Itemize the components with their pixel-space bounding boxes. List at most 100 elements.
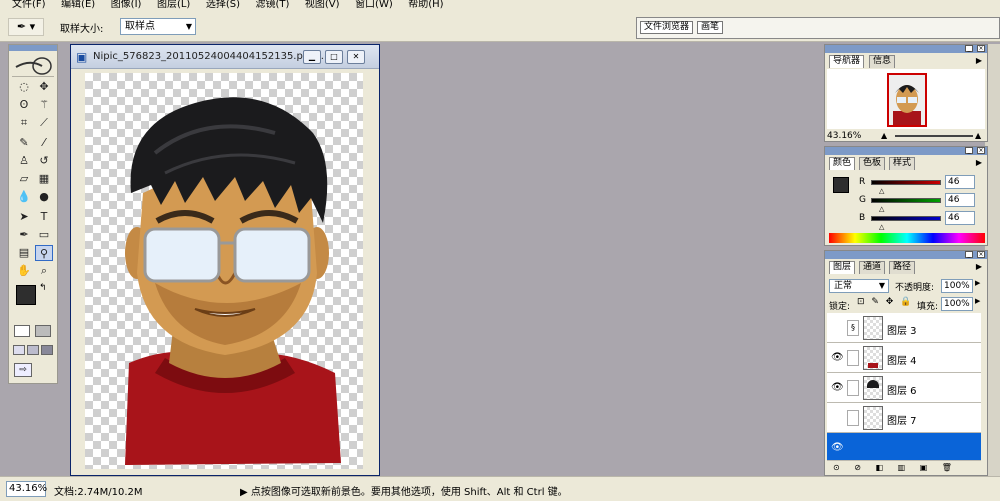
layer-link-icon[interactable] [847, 350, 859, 366]
opacity-arrow-icon[interactable]: ▶ [975, 279, 980, 287]
tab-channels[interactable]: 通道 [859, 261, 886, 274]
magic-wand-icon[interactable]: ⚚ [35, 97, 53, 113]
color-spectrum-bar[interactable] [829, 233, 985, 243]
tab-info[interactable]: 信息 [869, 55, 896, 68]
menu-help[interactable]: 帮助(H) [408, 0, 443, 10]
navigator-preview-area[interactable] [827, 69, 985, 129]
layer-row-3[interactable]: § 图层 3 [827, 313, 981, 343]
layer-visibility-icon[interactable] [831, 412, 843, 424]
tab-navigator[interactable]: 导航器 [829, 55, 865, 68]
brush-tool-icon[interactable]: ⁄ [35, 135, 53, 151]
lasso-tool-icon[interactable]: ʘ [15, 97, 33, 113]
healing-brush-icon[interactable]: ✎ [15, 135, 33, 151]
tab-styles[interactable]: 样式 [889, 157, 916, 170]
image-canvas[interactable] [85, 73, 363, 469]
palette-minimize-icon[interactable]: _ [965, 45, 973, 52]
foreground-color-swatch[interactable] [16, 285, 36, 305]
gradient-tool-icon[interactable]: ▦ [35, 171, 53, 187]
menu-image[interactable]: 图像(I) [111, 0, 142, 10]
palette-close-icon[interactable]: × [977, 147, 985, 154]
palette-close-icon[interactable]: × [977, 45, 985, 52]
lock-options-icons[interactable]: ⊡ ✎ ✥ 🔒 [857, 297, 913, 307]
tab-paths[interactable]: 路径 [889, 261, 916, 274]
channel-g-slider-thumb[interactable]: △ [879, 205, 884, 213]
opacity-field[interactable]: 100% [941, 279, 973, 293]
layer-row-6[interactable]: 👁 图层 6 [827, 373, 981, 403]
channel-r-slider-thumb[interactable]: △ [879, 187, 884, 195]
screen-mode-full-icon[interactable] [41, 345, 53, 355]
tool-preset-picker[interactable]: ✒ ▾ [8, 18, 44, 36]
menu-edit[interactable]: 编辑(E) [61, 0, 95, 10]
tab-layers[interactable]: 图层 [829, 261, 856, 274]
fill-field[interactable]: 100% [941, 297, 973, 311]
blend-mode-select[interactable]: 正常 ▼ [829, 279, 889, 293]
layers-title-bar[interactable] [825, 251, 987, 259]
sample-size-select[interactable]: 取样点 ▼ [120, 18, 196, 35]
color-foreground-swatch[interactable] [833, 177, 849, 193]
palette-minimize-icon[interactable]: _ [965, 251, 973, 258]
swap-colors-icon[interactable]: ↰ [39, 283, 47, 293]
channel-g-field[interactable]: 46 [945, 193, 975, 207]
eyedropper-tool-icon[interactable]: ⚲ [35, 245, 53, 261]
status-doc-size[interactable]: 文档:2.74M/10.2M [54, 483, 143, 498]
channel-b-slider-thumb[interactable]: △ [879, 223, 884, 231]
clone-stamp-icon[interactable]: ♙ [15, 153, 33, 169]
screen-mode-full-menu-icon[interactable] [27, 345, 39, 355]
close-button[interactable]: ✕ [347, 50, 365, 64]
palette-menu-icon[interactable]: ▶ [973, 55, 985, 67]
pen-tool-icon[interactable]: ✒ [15, 227, 33, 243]
status-zoom-field[interactable]: 43.16% [6, 481, 47, 497]
menu-window[interactable]: 窗口(W) [355, 0, 393, 10]
slice-tool-icon[interactable]: ⟋ [35, 115, 53, 131]
hand-tool-icon[interactable]: ✋ [15, 263, 33, 279]
palette-menu-icon[interactable]: ▶ [973, 261, 985, 273]
fill-arrow-icon[interactable]: ▶ [975, 297, 980, 305]
document-title-bar[interactable]: ▣ Nipic_576823_20110524004404152135.psd.… [71, 45, 379, 69]
color-title-bar[interactable] [825, 147, 987, 155]
navigator-thumbnail[interactable] [887, 73, 927, 127]
tab-file-browser[interactable]: 文件浏览器 [640, 21, 694, 34]
marquee-tool-icon[interactable]: ◌ [15, 79, 33, 95]
crop-tool-icon[interactable]: ⌗ [15, 115, 33, 131]
maximize-button[interactable]: □ [325, 50, 343, 64]
layer-link-icon[interactable] [847, 410, 859, 426]
palette-menu-icon[interactable]: ▶ [973, 157, 985, 169]
layer-link-icon[interactable]: § [847, 320, 859, 336]
screen-mode-standard-icon[interactable] [13, 345, 25, 355]
palette-close-icon[interactable]: × [977, 251, 985, 258]
channel-b-field[interactable]: 46 [945, 211, 975, 225]
channel-g-slider[interactable] [871, 198, 941, 203]
eye-icon[interactable]: 👁 [831, 442, 844, 454]
palette-minimize-icon[interactable]: _ [965, 147, 973, 154]
eye-icon[interactable]: 👁 [831, 382, 844, 394]
zoom-tool-icon[interactable]: ⌕ [35, 263, 53, 279]
menu-file[interactable]: 文件(F) [12, 0, 46, 10]
type-tool-icon[interactable]: T [35, 209, 53, 225]
shape-tool-icon[interactable]: ▭ [35, 227, 53, 243]
layer-row-selected[interactable]: 👁 [827, 433, 981, 461]
menu-filter[interactable]: 滤镜(T) [255, 0, 289, 10]
notes-tool-icon[interactable]: ▤ [15, 245, 33, 261]
channel-r-field[interactable]: 46 [945, 175, 975, 189]
blur-tool-icon[interactable]: 💧 [15, 189, 33, 205]
layers-footer-buttons[interactable]: ⊙ ⊘ ◧ ▥ ▣ 🗑 [827, 463, 985, 475]
zoom-out-icon[interactable]: ▲ [881, 131, 887, 140]
layer-visibility-icon[interactable] [831, 322, 843, 334]
minimize-button[interactable]: ▁ [303, 50, 321, 64]
layer-row-4[interactable]: 👁 图层 4 [827, 343, 981, 373]
zoom-in-icon[interactable]: ▲ [975, 131, 981, 140]
menu-layer[interactable]: 图层(L) [157, 0, 190, 10]
toolbox-title-bar[interactable] [9, 45, 57, 51]
feather-logo-icon[interactable] [12, 55, 54, 77]
history-brush-icon[interactable]: ↺ [35, 153, 53, 169]
move-tool-icon[interactable]: ✥ [35, 79, 53, 95]
tab-color[interactable]: 颜色 [829, 157, 856, 170]
eraser-tool-icon[interactable]: ▱ [15, 171, 33, 187]
navigator-title-bar[interactable] [825, 45, 987, 53]
navigator-zoom-slider[interactable] [895, 135, 973, 137]
tab-swatches[interactable]: 色板 [859, 157, 886, 170]
channel-b-slider[interactable] [871, 216, 941, 221]
eye-icon[interactable]: 👁 [831, 352, 844, 364]
path-select-icon[interactable]: ➤ [15, 209, 33, 225]
dodge-tool-icon[interactable]: ● [35, 189, 53, 205]
